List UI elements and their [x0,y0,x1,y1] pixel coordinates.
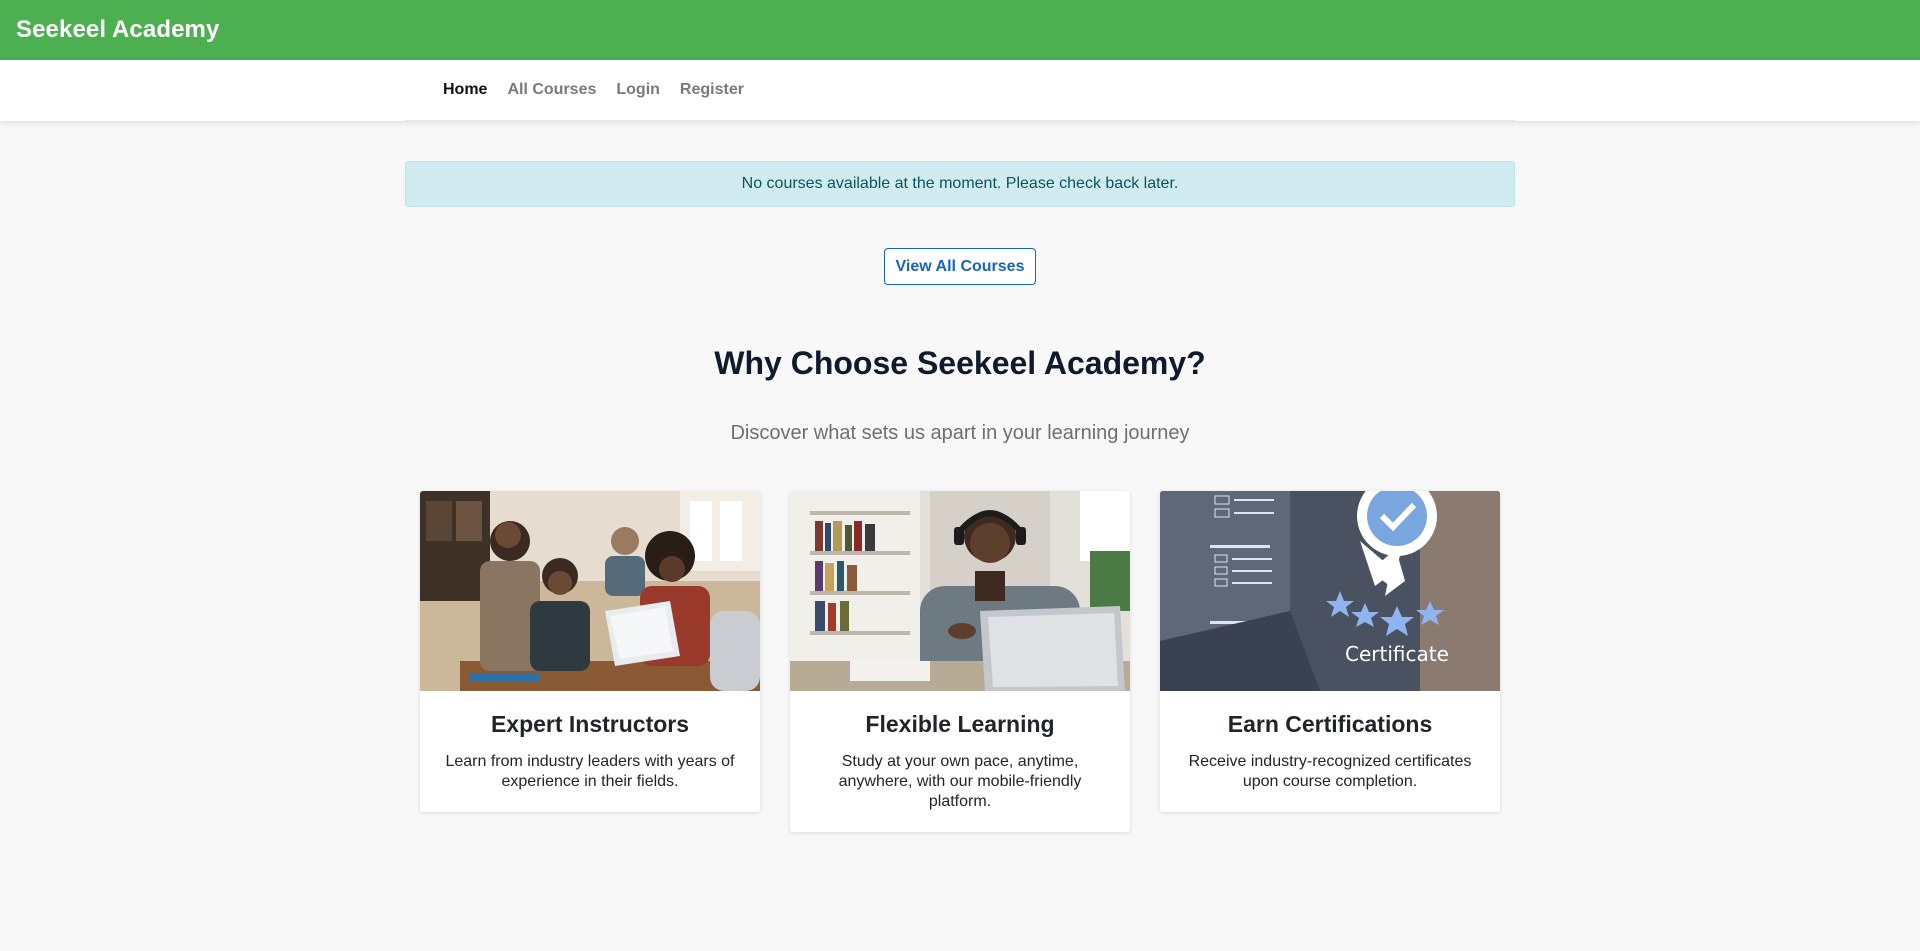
nav-link-login[interactable]: Login [616,81,660,99]
card-body: Expert Instructors Learn from industry l… [420,691,760,812]
feature-cards: Expert Instructors Learn from industry l… [405,491,1515,832]
feature-card-earn-certifications: Certificate Earn Certifications Receive … [1160,491,1500,812]
main-navbar: Home All Courses Login Register [0,60,1920,121]
card-text: Receive industry-recognized certificates… [1188,753,1472,790]
card-body: Earn Certifications Receive industry-rec… [1160,691,1500,812]
certificate-badge-photo: Certificate [1160,491,1500,691]
nav-link-register[interactable]: Register [680,81,744,99]
classroom-group-photo [420,491,760,691]
card-title: Expert Instructors [490,711,690,737]
card-body: Flexible Learning Study at your own pace… [790,691,1130,832]
card-title: Earn Certifications [1227,711,1433,737]
features-title: Why Choose Seekeel Academy? [714,345,1206,381]
card-text: Study at your own pace, anytime, anywher… [838,753,1082,810]
card-text: Learn from industry leaders with years o… [445,753,735,790]
brand-logo-text[interactable]: Seekeel Academy [16,16,219,44]
main-content: No courses available at the moment. Plea… [405,161,1515,832]
no-courses-alert: No courses available at the moment. Plea… [405,161,1515,207]
nav-link-home[interactable]: Home [443,81,487,99]
features-subtitle: Discover what sets us apart in your lear… [730,422,1190,444]
top-header: Seekeel Academy [0,0,1920,60]
view-all-courses-button[interactable]: View All Courses [884,248,1036,285]
view-all-wrapper: View All Courses [405,248,1515,285]
nav-link-all-courses[interactable]: All Courses [507,81,596,99]
alert-message: No courses available at the moment. Plea… [741,175,1179,192]
feature-card-flexible-learning: Flexible Learning Study at your own pace… [790,491,1130,832]
navbar-links: Home All Courses Login Register [405,60,1515,121]
feature-card-expert-instructors: Expert Instructors Learn from industry l… [420,491,760,812]
card-title: Flexible Learning [865,711,1055,737]
certificate-caption: Certificate [1345,642,1449,666]
student-with-laptop-photo [790,491,1130,691]
